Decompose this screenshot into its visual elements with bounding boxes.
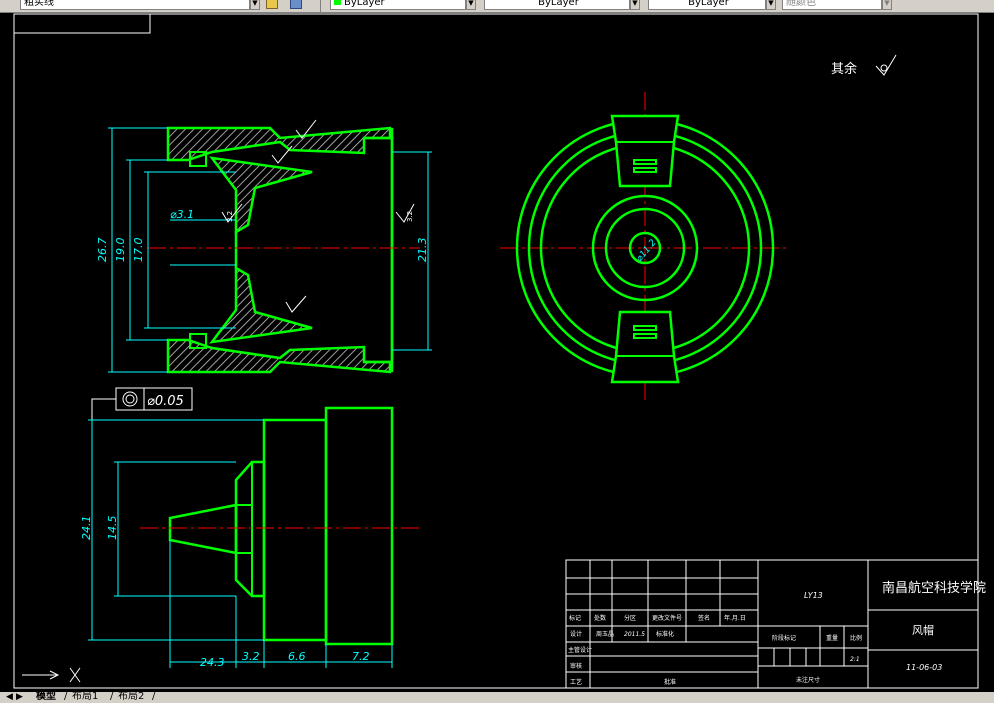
tab-separator-2: /	[110, 692, 114, 702]
command-window-edge	[14, 14, 151, 34]
tab-first-icon[interactable]: ◀	[6, 692, 13, 703]
plotstyle-combo: 随颜色	[782, 0, 882, 10]
tb-drawing-no: 11-06-03	[906, 663, 942, 672]
section-hatch-fin-bottom	[209, 265, 313, 344]
layout-tab-bar: ◀ ▶ 模型 / 布局1 / 布局2 /	[0, 692, 994, 703]
color-combo[interactable]: ByLayer	[330, 0, 466, 10]
color-combo-value: ByLayer	[344, 0, 385, 8]
color-combo-dropdown-icon[interactable]: ▼	[466, 0, 476, 10]
layer-previous-icon[interactable]	[290, 0, 302, 9]
color-swatch	[334, 0, 341, 5]
dim-17-0: 17.0	[132, 238, 145, 263]
tb-designer: 周玉晶	[596, 631, 614, 638]
tb-part-name: 风帽	[912, 624, 934, 637]
section-hatch-bottom	[166, 338, 392, 374]
tolerance-value: ⌀0.05	[147, 394, 184, 409]
side-body-left	[262, 418, 328, 642]
tab-layout1[interactable]: 布局1	[72, 692, 98, 703]
roughness-note: 其余	[831, 61, 857, 77]
tb-chushu: 处数	[594, 614, 606, 622]
tab-model[interactable]: 模型	[36, 692, 56, 703]
tab-separator-1: /	[64, 692, 68, 702]
concentricity-icon-inner	[125, 394, 135, 404]
tb-shenhe: 审核	[570, 662, 582, 670]
linetype-combo-dropdown-icon[interactable]: ▼	[630, 0, 640, 10]
side-dimensions	[88, 419, 393, 668]
layer-combo-value: 粗实线	[24, 0, 54, 8]
lineweight-combo-value: ByLayer	[688, 0, 729, 8]
tb-jieduan: 阶段标记	[772, 634, 796, 642]
top-tab	[610, 114, 680, 188]
tb-scale: 2:1	[850, 656, 860, 663]
tolerance-leader	[91, 398, 116, 420]
lineweight-combo-dropdown-icon[interactable]: ▼	[766, 0, 776, 10]
tb-sheji: 设计	[570, 630, 582, 638]
dim-7-2: 7.2	[352, 650, 370, 663]
ucs-icon	[22, 667, 81, 683]
roughness-symbol-icon	[875, 54, 897, 76]
tb-pizhun: 批准	[664, 678, 676, 686]
section-hatch-top	[166, 126, 392, 162]
linetype-combo-value: ByLayer	[538, 0, 579, 8]
tab-prev-icon[interactable]: ▶	[16, 692, 23, 703]
concentricity-icon	[122, 391, 138, 407]
plotstyle-combo-dropdown-icon: ▼	[882, 0, 892, 10]
linetype-combo[interactable]: ByLayer	[484, 0, 630, 10]
lineweight-combo[interactable]: ByLayer	[648, 0, 766, 10]
drawing-frame	[13, 13, 979, 689]
toolbar-separator	[320, 0, 321, 12]
tab-separator-3: /	[152, 692, 156, 702]
tb-zhongliang: 重量	[826, 634, 838, 642]
front-view: ⌀11.2	[500, 92, 790, 400]
dim-24-1: 24.1	[80, 516, 93, 541]
properties-toolbar: 粗实线 ▼ ByLayer ▼ ByLayer ▼ ByLayer ▼ 随颜色 …	[0, 0, 994, 13]
side-nozzle	[168, 503, 238, 555]
tb-school: 南昌航空科技学院	[882, 580, 986, 596]
tb-qianming: 签名	[698, 614, 710, 622]
tb-biaozhunhua: 标准化	[656, 630, 674, 638]
drawing-canvas[interactable]: 其余 26.7 19.0 17.0 ⌀3.1 21.3 3.2 3.2 ⌀11.…	[0, 13, 994, 692]
dim-6-6: 6.6	[288, 650, 306, 663]
plotstyle-combo-value: 随颜色	[786, 0, 816, 8]
dim-dia-3-1: ⌀3.1	[170, 208, 194, 221]
dim-3-2: 3.2	[242, 650, 260, 663]
section-outline	[364, 136, 394, 364]
tb-material: 未注尺寸	[796, 676, 820, 684]
tab-layout2[interactable]: 布局2	[118, 692, 144, 703]
tb-fenqu: 分区	[624, 614, 636, 622]
layer-state-icon[interactable]	[266, 0, 278, 9]
dim-14-5: 14.5	[106, 516, 119, 541]
side-view: ⌀0.05 24.1 14.5 24.3 3.2 6.6 7.2	[80, 387, 422, 669]
tb-riqi: 年.月.日	[724, 614, 746, 622]
bottom-tab	[610, 310, 680, 384]
dim-26-7: 26.7	[96, 238, 109, 263]
dim-21-3: 21.3	[416, 238, 429, 263]
roughness-value-left: 3.2	[226, 211, 234, 222]
tb-zhuguan: 主管设计	[568, 646, 592, 654]
dim-24-3: 24.3	[200, 656, 225, 669]
tb-biaoji: 标记	[569, 614, 581, 622]
section-view: 26.7 19.0 17.0 ⌀3.1 21.3 3.2 3.2	[96, 119, 432, 374]
dim-19-0: 19.0	[114, 238, 127, 263]
roughness-value-right: 3.2	[406, 211, 414, 222]
tb-gongyi: 工艺	[570, 678, 582, 686]
side-shoulder	[234, 460, 266, 598]
tb-date: 2011.5	[624, 631, 645, 638]
layer-combo[interactable]: 粗实线	[20, 0, 250, 10]
tb-gengai: 更改文件号	[652, 614, 682, 622]
tb-bili: 比例	[850, 634, 862, 642]
layer-combo-dropdown-icon[interactable]: ▼	[250, 0, 260, 10]
side-body-right	[324, 406, 394, 646]
section-dimensions	[108, 127, 432, 373]
tb-code: LY13	[804, 591, 823, 600]
